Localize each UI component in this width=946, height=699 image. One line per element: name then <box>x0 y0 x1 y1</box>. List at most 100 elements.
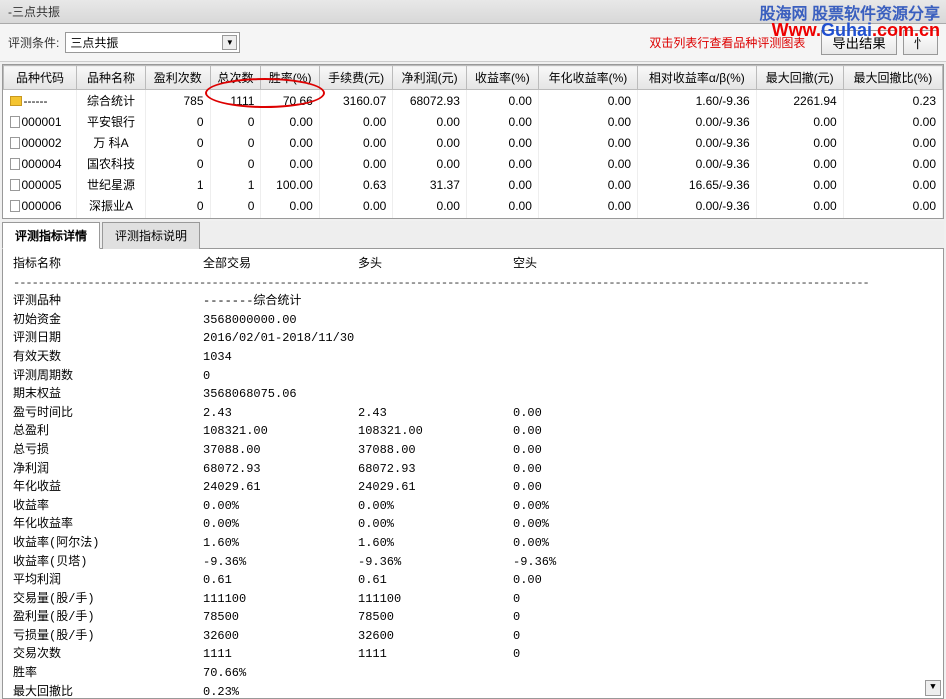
column-header[interactable]: 年化收益率(%) <box>538 66 637 90</box>
detail-label: 亏损量(股/手) <box>13 627 203 646</box>
detail-row: 年化收益24029.6124029.610.00 <box>13 478 933 497</box>
table-row[interactable]: 000007全新好000.000.000.000.000.000.00/-9.3… <box>4 216 943 219</box>
detail-panel: 指标名称 全部交易 多头 空头 ------------------------… <box>2 249 944 699</box>
detail-value-short <box>513 385 668 404</box>
detail-value-short: 0.00 <box>513 422 668 441</box>
file-icon <box>10 137 20 149</box>
detail-value-short: 0 <box>513 645 668 664</box>
detail-label: 盈利量(股/手) <box>13 608 203 627</box>
detail-value-all: 3568068075.06 <box>203 385 358 404</box>
detail-value-long: 37088.00 <box>358 441 513 460</box>
column-header[interactable]: 收益率(%) <box>466 66 538 90</box>
table-row[interactable]: 000006深振业A000.000.000.000.000.000.00/-9.… <box>4 195 943 216</box>
detail-value-all: 68072.93 <box>203 460 358 479</box>
table-row[interactable]: 000001平安银行000.000.000.000.000.000.00/-9.… <box>4 111 943 132</box>
detail-label: 收益率(贝塔) <box>13 553 203 572</box>
scroll-down-icon[interactable]: ▼ <box>925 680 941 696</box>
detail-value-long: 78500 <box>358 608 513 627</box>
column-header[interactable]: 品种名称 <box>77 66 146 90</box>
detail-value-long <box>358 664 513 683</box>
window-title: -三点共振 <box>8 5 60 19</box>
table-row[interactable]: 000002万 科A000.000.000.000.000.000.00/-9.… <box>4 132 943 153</box>
detail-label: 评测周期数 <box>13 367 203 386</box>
column-header[interactable]: 品种代码 <box>4 66 77 90</box>
detail-label: 交易次数 <box>13 645 203 664</box>
file-icon <box>10 179 20 191</box>
detail-value-long: 1111 <box>358 645 513 664</box>
detail-row: 收益率0.00%0.00%0.00% <box>13 497 933 516</box>
file-icon <box>10 158 20 170</box>
detail-value-short: 0.00 <box>513 460 668 479</box>
detail-value-short <box>513 664 668 683</box>
detail-value-long <box>358 292 513 311</box>
table-row[interactable]: ------综合统计785111170.663160.0768072.930.0… <box>4 90 943 112</box>
detail-col-short: 空头 <box>513 255 668 274</box>
detail-value-long: 0.61 <box>358 571 513 590</box>
tab-description[interactable]: 评测指标说明 <box>102 222 200 249</box>
detail-value-all: -------综合统计 <box>203 292 358 311</box>
results-table: 品种代码品种名称盈利次数总次数胜率(%)手续费(元)净利润(元)收益率(%)年化… <box>3 65 943 219</box>
column-header[interactable]: 最大回撤比(%) <box>843 66 942 90</box>
detail-value-all: 0.00% <box>203 515 358 534</box>
watermark-url: Www.Guhai.com.cn <box>772 20 940 41</box>
table-row[interactable]: 000004国农科技000.000.000.000.000.000.00/-9.… <box>4 153 943 174</box>
file-icon <box>10 200 20 212</box>
detail-label: 最大回撤比 <box>13 683 203 699</box>
column-header[interactable]: 盈利次数 <box>146 66 210 90</box>
detail-label: 净利润 <box>13 460 203 479</box>
detail-label: 胜率 <box>13 664 203 683</box>
chevron-down-icon[interactable]: ▼ <box>222 35 237 50</box>
condition-label: 评测条件: <box>8 34 59 51</box>
detail-value-short: 0.00% <box>513 534 668 553</box>
tabs-container: 评测指标详情 评测指标说明 指标名称 全部交易 多头 空头 ----------… <box>2 221 944 699</box>
detail-col-all: 全部交易 <box>203 255 358 274</box>
detail-value-all: 2.43 <box>203 404 358 423</box>
table-row[interactable]: 000005世纪星源11100.000.6331.370.000.0016.65… <box>4 174 943 195</box>
column-header[interactable]: 净利润(元) <box>393 66 467 90</box>
detail-value-long: 24029.61 <box>358 478 513 497</box>
detail-row: 最大回撤比0.23% <box>13 683 933 699</box>
detail-label: 总盈利 <box>13 422 203 441</box>
detail-value-all: 1034 <box>203 348 358 367</box>
detail-value-short <box>513 292 668 311</box>
detail-row: 期末权益3568068075.06 <box>13 385 933 404</box>
detail-value-all: 0.23% <box>203 683 358 699</box>
detail-value-short <box>513 683 668 699</box>
detail-label: 评测日期 <box>13 329 203 348</box>
detail-label: 平均利润 <box>13 571 203 590</box>
column-header[interactable]: 总次数 <box>210 66 261 90</box>
detail-value-short: 0.00 <box>513 404 668 423</box>
detail-value-long <box>358 348 513 367</box>
column-header[interactable]: 胜率(%) <box>261 66 319 90</box>
column-header[interactable]: 最大回撤(元) <box>756 66 843 90</box>
detail-row: 亏损量(股/手)32600326000 <box>13 627 933 646</box>
detail-value-short: 0.00 <box>513 571 668 590</box>
detail-value-short <box>513 367 668 386</box>
detail-row: 净利润68072.9368072.930.00 <box>13 460 933 479</box>
detail-value-long: 1.60% <box>358 534 513 553</box>
detail-label: 初始资金 <box>13 311 203 330</box>
results-table-wrap: 品种代码品种名称盈利次数总次数胜率(%)手续费(元)净利润(元)收益率(%)年化… <box>2 64 944 219</box>
detail-value-long: 111100 <box>358 590 513 609</box>
detail-value-long: -9.36% <box>358 553 513 572</box>
detail-label: 总亏损 <box>13 441 203 460</box>
detail-value-long: 108321.00 <box>358 422 513 441</box>
detail-row: 收益率(阿尔法)1.60%1.60%0.00% <box>13 534 933 553</box>
detail-value-long <box>358 367 513 386</box>
detail-value-all: 0.61 <box>203 571 358 590</box>
detail-value-long <box>358 385 513 404</box>
detail-value-short: -9.36% <box>513 553 668 572</box>
tab-detail[interactable]: 评测指标详情 <box>2 222 100 249</box>
detail-row: 盈利量(股/手)78500785000 <box>13 608 933 627</box>
condition-combo[interactable]: 三点共振 ▼ <box>65 32 240 53</box>
detail-header: 指标名称 全部交易 多头 空头 <box>13 255 933 274</box>
detail-label: 年化收益 <box>13 478 203 497</box>
column-header[interactable]: 手续费(元) <box>319 66 393 90</box>
detail-row: 初始资金3568000000.00 <box>13 311 933 330</box>
detail-row: 总亏损37088.0037088.000.00 <box>13 441 933 460</box>
detail-value-all: 1.60% <box>203 534 358 553</box>
detail-value-all: 37088.00 <box>203 441 358 460</box>
column-header[interactable]: 相对收益率α/β(%) <box>638 66 757 90</box>
detail-label: 期末权益 <box>13 385 203 404</box>
detail-label: 评测品种 <box>13 292 203 311</box>
